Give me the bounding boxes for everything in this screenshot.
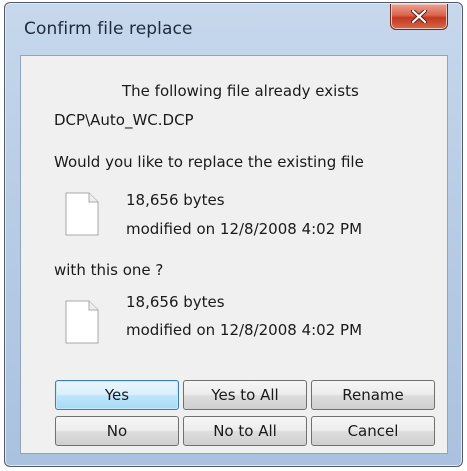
no-button[interactable]: No	[55, 416, 179, 446]
file-path: DCP\Auto_WC.DCP	[54, 111, 194, 129]
new-file-size: 18,656 bytes	[126, 293, 225, 311]
yes-to-all-button[interactable]: Yes to All	[183, 380, 307, 410]
close-icon	[411, 10, 427, 23]
file-exists-message: The following file already exists	[122, 82, 359, 100]
new-file-modified: modified on 12/8/2008 4:02 PM	[126, 321, 363, 339]
title-bar[interactable]: Confirm file replace	[5, 3, 462, 61]
cancel-button[interactable]: Cancel	[311, 416, 435, 446]
existing-file-size: 18,656 bytes	[126, 191, 225, 209]
with-this-one-label: with this one ?	[54, 261, 164, 279]
dialog-window: Confirm file replace The following file …	[4, 2, 463, 467]
close-button[interactable]	[390, 4, 448, 30]
dialog-content: The following file already exists DCP\Au…	[20, 55, 448, 454]
file-icon	[65, 192, 99, 236]
rename-button[interactable]: Rename	[311, 380, 435, 410]
file-icon	[65, 300, 99, 344]
window-title: Confirm file replace	[24, 19, 193, 39]
yes-button[interactable]: Yes	[55, 380, 179, 410]
existing-file-modified: modified on 12/8/2008 4:02 PM	[126, 220, 363, 238]
no-to-all-button[interactable]: No to All	[183, 416, 307, 446]
replace-question: Would you like to replace the existing f…	[54, 153, 364, 171]
